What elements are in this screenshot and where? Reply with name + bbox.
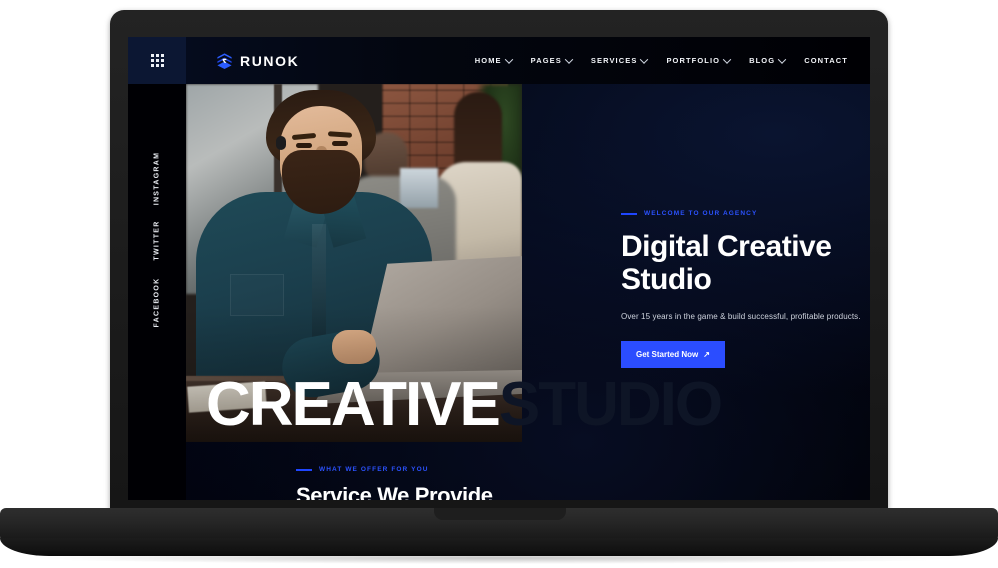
- chevron-down-icon: [504, 54, 513, 64]
- main-navigation: HOME PAGES SERVICES PORTFOLIO BLOG CONTA…: [474, 54, 848, 65]
- nav-item-portfolio-label: PORTFOLIO: [666, 56, 721, 65]
- services-title: Service We Provide: [296, 483, 493, 500]
- laptop-mockup: INSTAGRAM TWITTER FACEBOOK RUNOK HOME PA…: [0, 0, 998, 568]
- hero-title: Digital Creative Studio: [621, 230, 832, 296]
- social-link-facebook[interactable]: FACEBOOK: [128, 277, 186, 327]
- get-started-button[interactable]: Get Started Now ↗: [621, 341, 725, 368]
- chevron-down-icon: [640, 54, 649, 64]
- chevron-down-icon: [722, 54, 732, 64]
- nav-item-pages[interactable]: PAGES: [530, 54, 574, 65]
- hero-copy: WELCOME TO OUR AGENCY Digital Creative S…: [621, 210, 870, 368]
- social-link-twitter[interactable]: TWITTER: [128, 220, 186, 260]
- social-link-instagram-label: INSTAGRAM: [153, 151, 161, 206]
- nav-item-services[interactable]: SERVICES: [590, 54, 649, 65]
- social-link-facebook-label: FACEBOOK: [153, 277, 161, 328]
- brand-logo[interactable]: RUNOK: [216, 52, 299, 69]
- hero-eyebrow-label: WELCOME TO OUR AGENCY: [644, 210, 758, 217]
- social-sidebar: INSTAGRAM TWITTER FACEBOOK: [128, 37, 186, 500]
- hero-eyebrow: WELCOME TO OUR AGENCY: [621, 210, 870, 217]
- social-link-twitter-label: TWITTER: [153, 220, 161, 261]
- nav-item-blog-label: BLOG: [749, 56, 776, 65]
- website-viewport: INSTAGRAM TWITTER FACEBOOK RUNOK HOME PA…: [128, 37, 870, 500]
- laptop-shadow: [40, 552, 958, 564]
- nav-item-pages-label: PAGES: [530, 56, 562, 65]
- services-eyebrow-label: WHAT WE OFFER FOR YOU: [319, 466, 429, 473]
- services-eyebrow: WHAT WE OFFER FOR YOU: [296, 466, 716, 473]
- hero-subtitle: Over 15 years in the game & build succes…: [621, 312, 861, 321]
- big-word-studio: STUDIO: [498, 370, 723, 439]
- nav-item-home-label: HOME: [474, 56, 502, 65]
- chevron-down-icon: [777, 54, 787, 64]
- laptop-trackpad-notch: [434, 508, 566, 520]
- nav-item-home[interactable]: HOME: [474, 54, 513, 65]
- services-section: WHAT WE OFFER FOR YOU Service We Provide: [296, 466, 716, 500]
- grid-menu-icon: [150, 54, 164, 67]
- nav-item-blog[interactable]: BLOG: [749, 54, 787, 65]
- hero-section: WELCOME TO OUR AGENCY Digital Creative S…: [186, 84, 870, 500]
- hero-big-words: CREATIVE STUDIO: [206, 374, 870, 436]
- grid-menu-button[interactable]: [128, 37, 186, 84]
- eyebrow-dash-icon: [621, 212, 637, 215]
- laptop-base: [0, 508, 998, 556]
- social-link-instagram[interactable]: INSTAGRAM: [128, 152, 186, 206]
- laptop-screen: INSTAGRAM TWITTER FACEBOOK RUNOK HOME PA…: [128, 37, 870, 500]
- brand-name: RUNOK: [240, 52, 300, 69]
- chevron-down-icon: [564, 54, 574, 64]
- laptop-lid: INSTAGRAM TWITTER FACEBOOK RUNOK HOME PA…: [110, 10, 888, 512]
- get-started-button-label: Get Started Now: [636, 350, 699, 359]
- nav-item-services-label: SERVICES: [590, 56, 638, 65]
- site-header: RUNOK HOME PAGES SERVICES PORTFOLIO BLOG…: [186, 37, 870, 84]
- big-word-creative: CREATIVE: [206, 370, 501, 439]
- arrow-up-right-icon: ↗: [703, 349, 710, 359]
- runok-logo-icon: [217, 53, 232, 69]
- nav-item-portfolio[interactable]: PORTFOLIO: [666, 54, 732, 65]
- eyebrow-dash-icon: [296, 468, 312, 471]
- nav-item-contact-label: CONTACT: [804, 56, 848, 65]
- nav-item-contact[interactable]: CONTACT: [804, 56, 848, 65]
